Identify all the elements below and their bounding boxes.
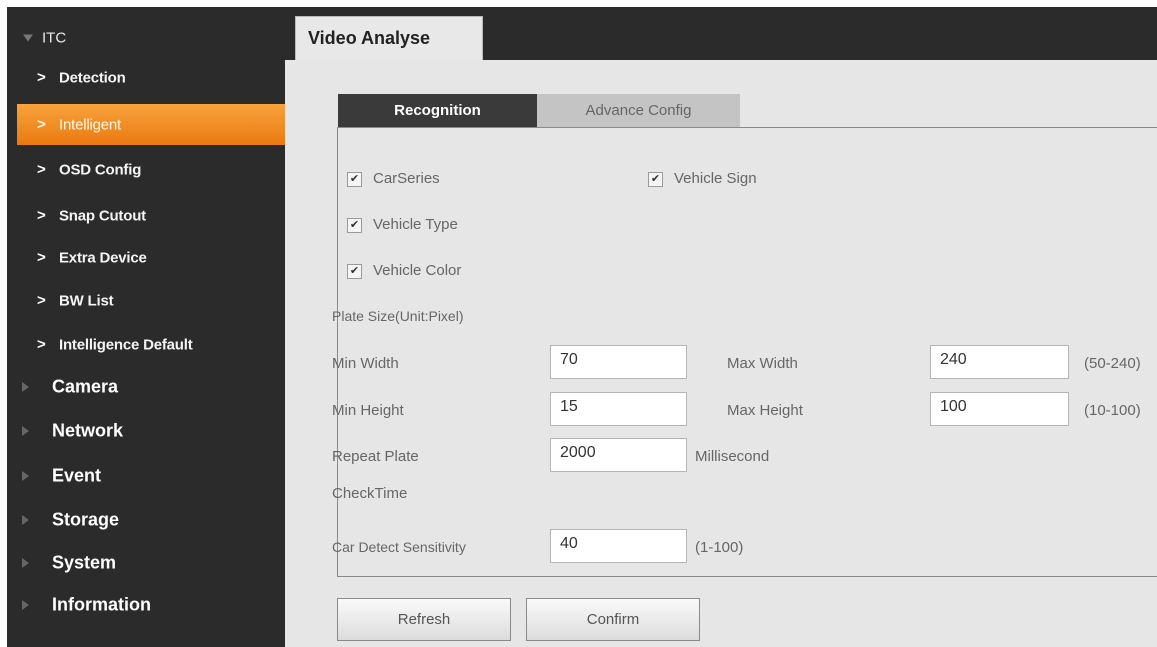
- input-value: 40: [560, 535, 578, 552]
- sidebar-group-label: Storage: [52, 509, 120, 530]
- sidebar-item-label: Snap Cutout: [59, 207, 146, 225]
- expand-right-icon: [22, 382, 29, 392]
- sidebar-item-snap-cutout[interactable]: > Snap Cutout: [7, 196, 285, 236]
- button-label: Refresh: [397, 611, 451, 628]
- sidebar-group-event[interactable]: Event: [7, 456, 285, 496]
- sidebar-item-label: Intelligence Default: [59, 336, 193, 354]
- refresh-button[interactable]: Refresh: [337, 598, 511, 641]
- expand-right-icon: [22, 471, 29, 481]
- tab-label: Recognition: [394, 102, 481, 119]
- min-width-input[interactable]: 70: [550, 345, 687, 379]
- checkbox-check-icon: ✔: [347, 264, 362, 279]
- checkbox-check-icon: ✔: [648, 172, 663, 187]
- sidebar-group-itc[interactable]: ITC: [7, 18, 285, 58]
- tab-label: Advance Config: [585, 102, 692, 119]
- chevron-right-icon: >: [37, 249, 46, 267]
- sidebar-item-bw-list[interactable]: > BW List: [7, 281, 285, 321]
- sidebar-group-label: Event: [52, 465, 102, 486]
- sidebar-group-network[interactable]: Network: [7, 411, 285, 451]
- sidebar-group-system[interactable]: System: [7, 543, 285, 583]
- content-area: Video Analyse Recognition Advance Config…: [285, 7, 1157, 647]
- checkbox-check-icon: ✔: [347, 218, 362, 233]
- tab-advance-config[interactable]: Advance Config: [537, 94, 740, 128]
- recognition-panel: ✔ CarSeries ✔ Vehicle Sign ✔ Vehicle Typ…: [332, 127, 1157, 577]
- confirm-button[interactable]: Confirm: [526, 598, 700, 641]
- expand-right-icon: [22, 515, 29, 525]
- input-value: 100: [940, 398, 967, 415]
- chevron-right-icon: >: [37, 115, 46, 133]
- checkbox-label: Vehicle Sign: [674, 170, 757, 187]
- plate-size-heading: Plate Size(Unit:Pixel): [332, 308, 464, 324]
- chevron-right-icon: >: [37, 207, 46, 225]
- checkbox-label: CarSeries: [373, 170, 440, 187]
- sidebar-group-information[interactable]: Information: [7, 585, 285, 625]
- max-height-input[interactable]: 100: [930, 392, 1069, 426]
- input-value: 2000: [560, 444, 596, 461]
- sidebar-item-intelligent[interactable]: > Intelligent: [17, 104, 285, 145]
- sidebar-group-camera[interactable]: Camera: [7, 367, 285, 407]
- button-label: Confirm: [586, 611, 640, 628]
- sidebar-group-label: Network: [52, 420, 124, 441]
- repeat-plate-label-line1: Repeat Plate: [332, 448, 419, 465]
- millisecond-unit: Millisecond: [695, 448, 770, 465]
- max-width-label: Max Width: [727, 355, 798, 372]
- sidebar-item-label: Detection: [59, 69, 126, 87]
- max-height-label: Max Height: [727, 402, 803, 419]
- chevron-right-icon: >: [37, 69, 46, 87]
- checkbox-label: Vehicle Color: [373, 262, 462, 279]
- expand-right-icon: [22, 600, 29, 610]
- car-detect-sensitivity-input[interactable]: 40: [550, 529, 687, 563]
- sidebar-group-label: System: [52, 552, 117, 573]
- tab-recognition[interactable]: Recognition: [338, 94, 537, 128]
- sidebar-item-osd-config[interactable]: > OSD Config: [7, 150, 285, 190]
- min-width-label: Min Width: [332, 355, 399, 372]
- min-height-input[interactable]: 15: [550, 392, 687, 426]
- page-tab-video-analyse[interactable]: Video Analyse: [295, 16, 483, 60]
- sidebar: ITC > Detection > Intelligent > OSD Conf…: [7, 7, 285, 647]
- sidebar-group-label: Camera: [52, 376, 119, 397]
- sidebar-item-extra-device[interactable]: > Extra Device: [7, 238, 285, 278]
- repeat-plate-label-line2: CheckTime: [332, 485, 408, 502]
- input-value: 15: [560, 398, 578, 415]
- sensitivity-range: (1-100): [695, 539, 744, 556]
- checkbox-check-icon: ✔: [347, 172, 362, 187]
- chevron-right-icon: >: [37, 292, 46, 310]
- page-header-bar: Video Analyse: [285, 7, 1157, 60]
- sidebar-item-intelligence-default[interactable]: > Intelligence Default: [7, 325, 285, 365]
- max-width-input[interactable]: 240: [930, 345, 1069, 379]
- car-detect-sensitivity-label: Car Detect Sensitivity: [332, 539, 466, 555]
- sidebar-item-label: Extra Device: [59, 249, 147, 267]
- chevron-right-icon: >: [37, 336, 46, 354]
- sidebar-item-detection[interactable]: > Detection: [7, 58, 285, 98]
- expand-down-icon: [23, 34, 33, 42]
- sidebar-group-label: Information: [52, 594, 151, 615]
- input-value: 240: [940, 351, 967, 368]
- max-height-range: (10-100): [1084, 402, 1141, 419]
- sidebar-item-label: OSD Config: [59, 161, 142, 179]
- sidebar-group-label: ITC: [42, 29, 67, 47]
- page-title: Video Analyse: [308, 28, 431, 48]
- sidebar-item-label: BW List: [59, 292, 114, 310]
- min-height-label: Min Height: [332, 402, 404, 419]
- input-value: 70: [560, 351, 578, 368]
- sidebar-group-storage[interactable]: Storage: [7, 500, 285, 540]
- expand-right-icon: [22, 558, 29, 568]
- checkbox-label: Vehicle Type: [373, 216, 458, 233]
- repeat-plate-checktime-input[interactable]: 2000: [550, 438, 687, 472]
- chevron-right-icon: >: [37, 161, 46, 179]
- max-width-range: (50-240): [1084, 355, 1141, 372]
- sidebar-item-label: Intelligent: [59, 116, 122, 133]
- expand-right-icon: [22, 426, 29, 436]
